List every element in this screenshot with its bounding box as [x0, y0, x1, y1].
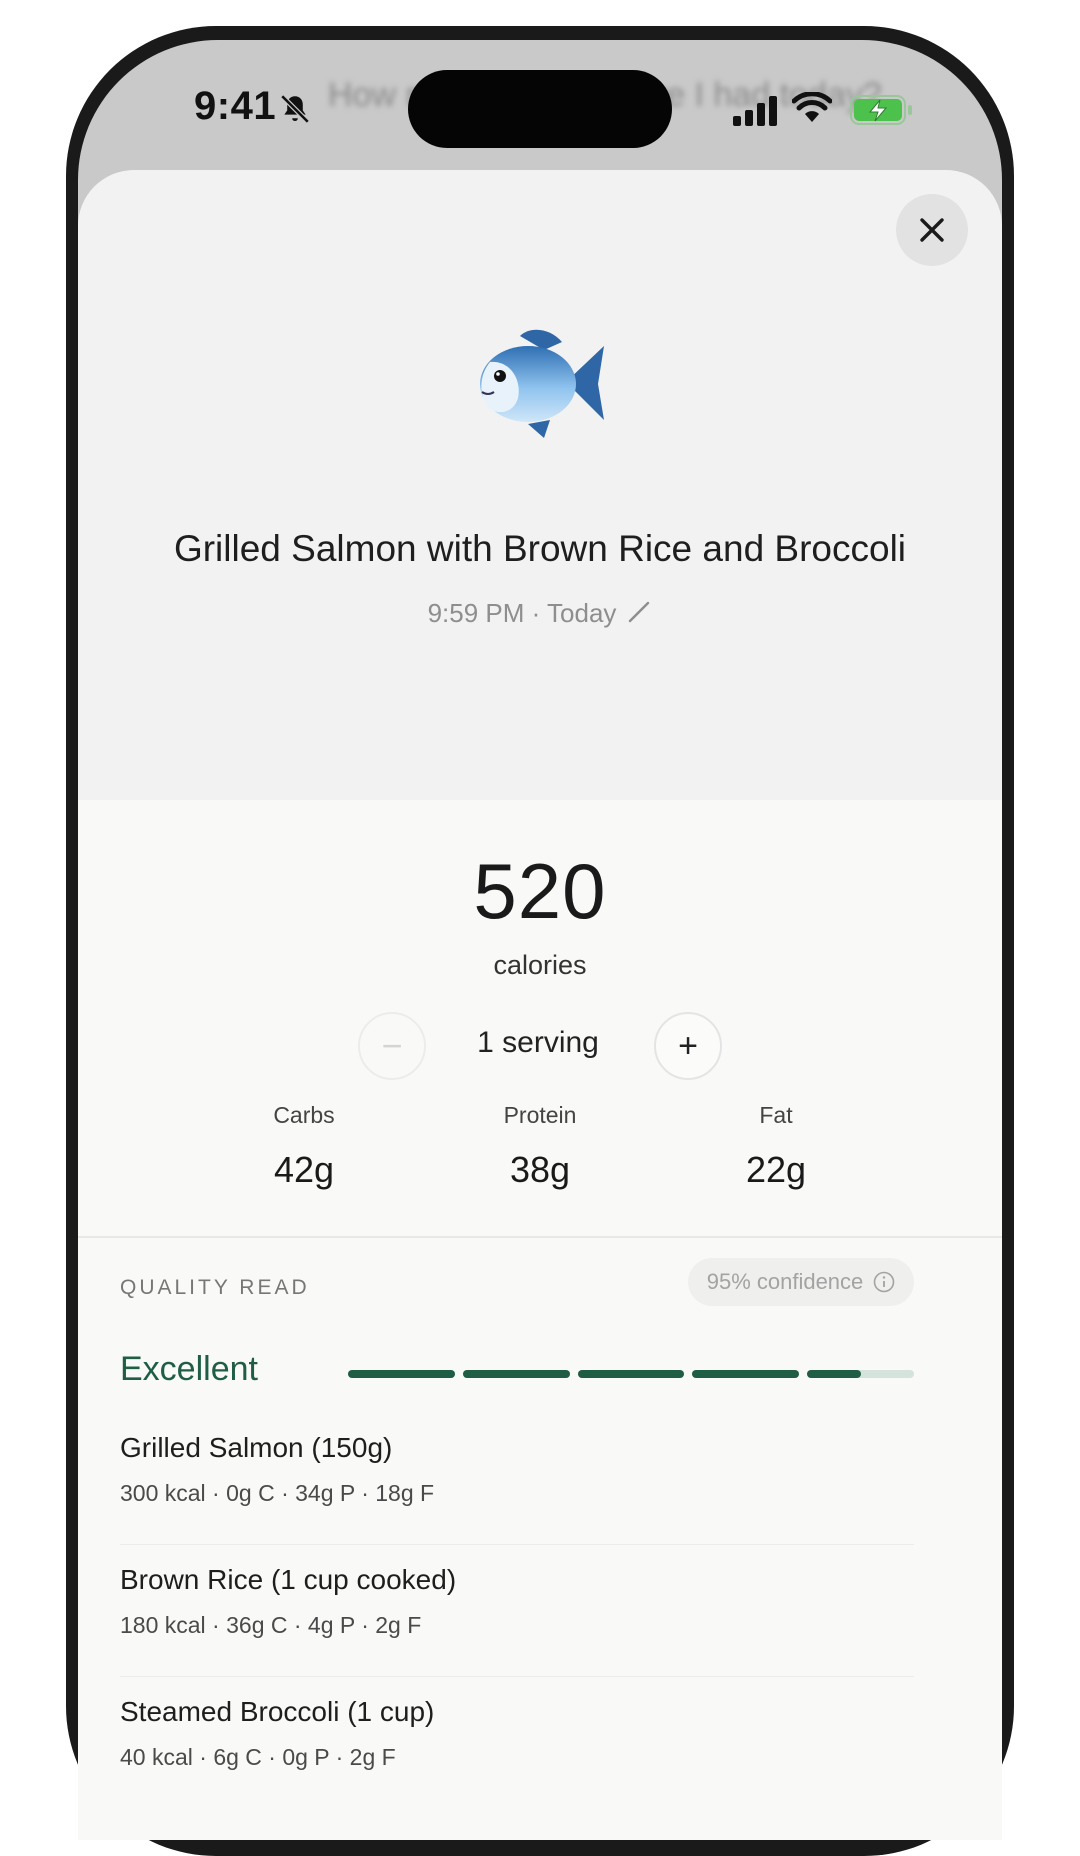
confidence-text: 95% confidence: [706, 1269, 864, 1294]
macro-protein: Protein 38g: [440, 1102, 640, 1191]
food-detail: 300 kcal · 0g C · 34g P · 18g F: [120, 1480, 435, 1506]
quality-meter-fill: [348, 1370, 455, 1378]
food-detail: 40 kcal · 6g C · 0g P · 2g F: [120, 1744, 396, 1770]
calorie-label: calories: [493, 950, 587, 980]
serving-label: 1 serving: [477, 1026, 599, 1059]
pencil-icon[interactable]: [626, 599, 652, 625]
quality-meter-fill: [692, 1370, 800, 1378]
macro-value: 38g: [509, 1149, 571, 1190]
meal-time: 9:59 PM · Today: [427, 598, 617, 628]
dynamic-island: [408, 70, 672, 148]
quality-meter: [348, 1370, 914, 1378]
confidence-badge[interactable]: 95% confidence: [688, 1258, 914, 1306]
quality-meter-segment: [348, 1370, 455, 1378]
macro-value: 42g: [273, 1149, 335, 1190]
quality-meter-segment: [692, 1370, 800, 1378]
quality-meter-fill: [577, 1370, 685, 1378]
food-name: Brown Rice (1 cup cooked): [120, 1564, 457, 1595]
section-divider: [78, 1236, 1002, 1238]
meal-detail-sheet: Grilled Salmon with Brown Rice and Brocc…: [78, 170, 1002, 1840]
serving-stepper: − 1 serving +: [78, 1012, 1002, 1082]
meal-time-row[interactable]: 9:59 PM · Today: [78, 598, 1002, 629]
macro-label: Protein: [503, 1102, 577, 1128]
quality-meter-fill: [807, 1370, 861, 1378]
signal-icon: [733, 96, 777, 126]
bell-slash-icon: [280, 94, 310, 124]
decrease-serving-button[interactable]: −: [358, 1012, 426, 1080]
info-icon: [873, 1271, 895, 1293]
macro-carbs: Carbs 42g: [204, 1102, 404, 1191]
quality-rating: Excellent: [120, 1350, 258, 1388]
close-icon: [920, 218, 944, 242]
food-item[interactable]: Steamed Broccoli (1 cup) 40 kcal · 6g C …: [120, 1696, 920, 1771]
quality-meter-fill: [462, 1370, 570, 1378]
food-item[interactable]: Grilled Salmon (150g) 300 kcal · 0g C · …: [120, 1432, 920, 1507]
macro-label: Fat: [759, 1102, 793, 1128]
food-name: Steamed Broccoli (1 cup): [120, 1696, 435, 1727]
food-divider: [120, 1676, 914, 1677]
quality-meter-segment: [577, 1370, 685, 1378]
food-divider: [120, 1544, 914, 1545]
calorie-value: 520: [473, 847, 607, 935]
macro-fat: Fat 22g: [676, 1102, 876, 1191]
screen: How much protein have I had today? 9:41: [78, 40, 1002, 1840]
fish-icon: [480, 329, 604, 438]
close-button[interactable]: [896, 194, 968, 266]
quality-meter-segment: [807, 1370, 914, 1378]
macro-label: Carbs: [273, 1102, 335, 1128]
wifi-icon: [792, 92, 832, 122]
increase-serving-button[interactable]: +: [654, 1012, 722, 1080]
battery-charging-icon: [850, 95, 912, 125]
quality-meter-segment: [462, 1370, 570, 1378]
nutrition-panel: 520 calories − 1 serving + Carbs 42g Pro…: [78, 800, 1002, 1840]
quality-section-label: QUALITY READ: [120, 1276, 310, 1299]
status-bar: How much protein have I had today? 9:41: [78, 40, 1002, 170]
food-name: Grilled Salmon (150g): [120, 1432, 393, 1463]
food-item[interactable]: Brown Rice (1 cup cooked) 180 kcal · 36g…: [120, 1564, 920, 1639]
status-time: 9:41: [194, 84, 277, 128]
meal-title: Grilled Salmon with Brown Rice and Brocc…: [173, 528, 907, 569]
macros-row: Carbs 42g Protein 38g Fat 22g: [78, 1102, 1002, 1202]
macro-value: 22g: [745, 1149, 807, 1190]
food-detail: 180 kcal · 36g C · 4g P · 2g F: [120, 1612, 422, 1638]
